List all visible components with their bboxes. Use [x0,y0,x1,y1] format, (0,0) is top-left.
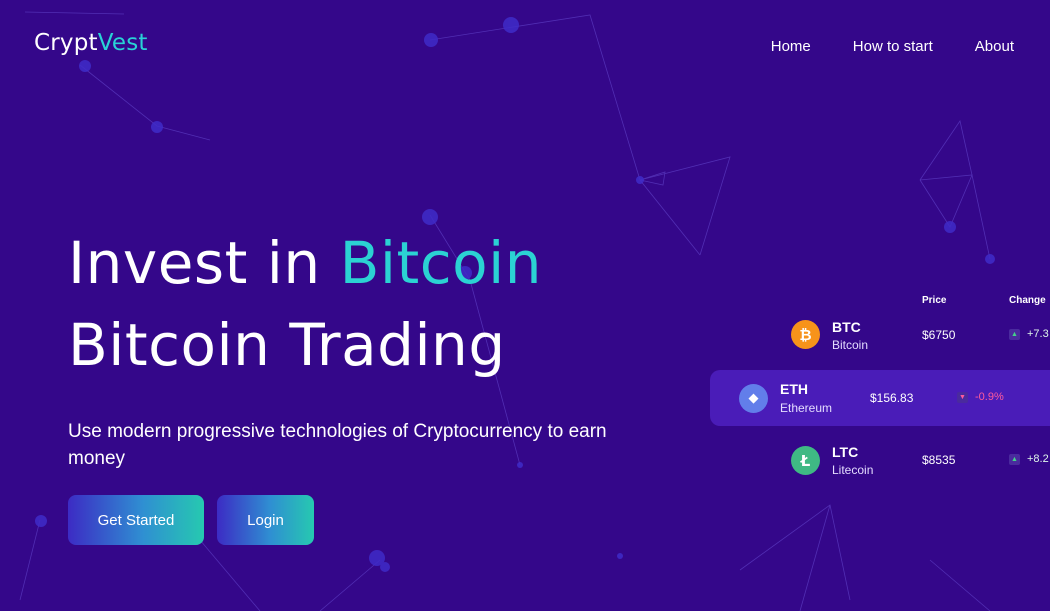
ethereum-icon: ◆ [739,384,768,413]
change-header: Change [1009,295,1046,306]
brand-logo-part2: Vest [97,30,148,56]
litecoin-icon: Ł [791,446,820,475]
crypto-row-ltc[interactable]: Ł LTC Litecoin $8535 ▲ +8.2 [0,432,1050,488]
coin-symbol: ETH [780,381,808,397]
hero-title-prefix: Invest in [68,229,340,297]
arrow-up-icon: ▲ [1009,329,1020,340]
coin-symbol: BTC [832,319,861,335]
coin-symbol: LTC [832,444,859,460]
coin-change: -0.9% [975,391,1004,403]
hero-title-highlight: Bitcoin [339,229,542,297]
login-button[interactable]: Login [217,495,314,545]
nav-home[interactable]: Home [771,38,811,55]
price-header: Price [922,295,947,306]
coin-name: Ethereum [780,401,833,415]
coin-price: $6750 [922,328,956,342]
coin-change: +7.3 [1027,328,1049,340]
nav-about[interactable]: About [975,38,1014,55]
coin-price: $156.83 [870,391,914,405]
crypto-row-eth[interactable]: ◆ ETH Ethereum $156.83 ▼ -0.9% [710,370,1050,426]
coin-price: $8535 [922,453,956,467]
brand-logo-part1: Crypt [34,30,98,56]
coin-change: +8.2 [1027,453,1049,465]
coin-name: Litecoin [832,463,874,477]
brand-logo[interactable]: CryptVest [34,30,148,56]
crypto-row-btc[interactable]: ₿ BTC Bitcoin $6750 ▲ +7.3 [0,307,1050,363]
arrow-up-icon: ▲ [1009,454,1020,465]
main-nav: Home How to start About [729,38,1014,55]
get-started-button[interactable]: Get Started [68,495,204,545]
coin-name: Bitcoin [832,338,869,352]
arrow-down-icon: ▼ [957,392,968,403]
bitcoin-icon: ₿ [791,320,820,349]
nav-how-to-start[interactable]: How to start [853,38,933,55]
